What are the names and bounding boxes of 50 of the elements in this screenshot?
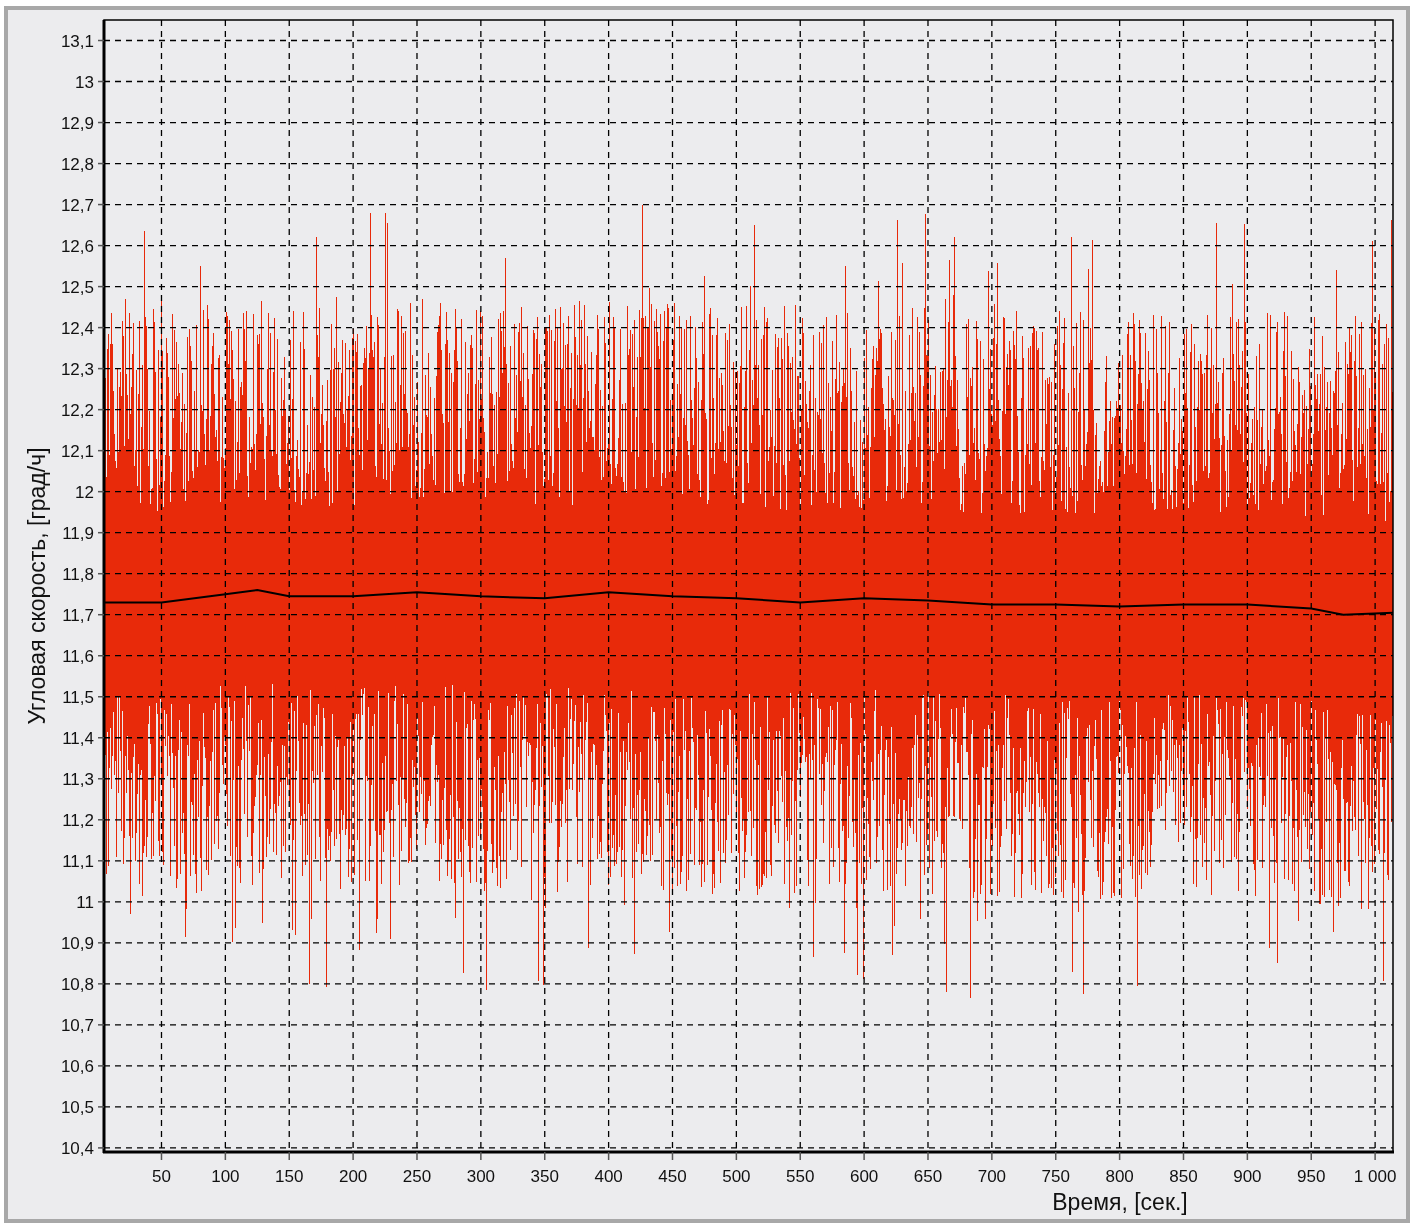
x-tick-label: 350: [530, 1167, 559, 1186]
y-tick-label: 11,7: [62, 605, 94, 625]
y-tick-label: 11,5: [62, 687, 94, 707]
y-tick-label: 12,5: [60, 277, 94, 297]
x-axis-title: Время, [сек.]: [1052, 1189, 1188, 1215]
x-tick-label: 950: [1297, 1167, 1326, 1186]
x-tick-label: 50: [152, 1167, 171, 1186]
y-tick-label: 10,8: [60, 974, 94, 994]
y-tick-label: 13: [75, 72, 94, 92]
x-tick-label: 900: [1233, 1167, 1262, 1186]
y-tick-label: 12,7: [60, 195, 94, 215]
y-tick-label: 12: [75, 482, 94, 502]
y-tick-label: 12,2: [60, 400, 94, 420]
x-tick-label: 450: [658, 1167, 687, 1186]
y-tick-label: 13,1: [60, 31, 94, 51]
y-tick-label: 12,1: [60, 441, 94, 461]
y-tick-label: 11,2: [62, 810, 94, 830]
y-tick-label: 11,4: [62, 728, 94, 748]
x-tick-label: 150: [275, 1167, 304, 1186]
y-tick-label: 12,6: [60, 236, 94, 256]
y-tick-label: 11: [76, 892, 94, 912]
x-tick-label: 600: [849, 1167, 879, 1186]
x-tick-label: 250: [402, 1167, 432, 1186]
y-tick-label: 10,4: [60, 1138, 94, 1158]
y-tick-label: 10,9: [60, 933, 94, 953]
y-tick-label: 11,8: [62, 564, 94, 584]
x-tick-label: 500: [722, 1167, 751, 1186]
x-tick-label: 700: [977, 1167, 1007, 1186]
y-tick-label: 10,5: [60, 1097, 94, 1117]
x-tick-label: 100: [211, 1167, 240, 1186]
y-axis-title: Угловая скорость, [град/ч]: [24, 447, 50, 725]
y-tick-label: 12,3: [60, 359, 94, 379]
x-tick-label: 200: [338, 1167, 368, 1186]
y-tick-label: 12,8: [60, 154, 94, 174]
y-tick-label: 12,9: [60, 113, 94, 133]
x-tick-label: 1 000: [1353, 1167, 1397, 1186]
y-tick-label: 10,6: [60, 1056, 94, 1076]
y-tick-label: 11,9: [62, 523, 94, 543]
y-tick-label: 11,6: [62, 646, 94, 666]
x-tick-label: 750: [1041, 1167, 1070, 1186]
x-tick-label: 800: [1105, 1167, 1134, 1186]
y-tick-label: 12,4: [60, 318, 94, 338]
x-tick-label: 550: [786, 1167, 815, 1186]
x-tick-label: 850: [1169, 1167, 1198, 1186]
x-tick-label: 400: [594, 1167, 623, 1186]
y-tick-label: 10,7: [60, 1015, 94, 1035]
y-tick-label: 11,3: [62, 769, 94, 789]
y-tick-label: 11,1: [62, 851, 94, 871]
x-tick-label: 650: [913, 1167, 943, 1186]
x-tick-label: 300: [466, 1167, 496, 1186]
